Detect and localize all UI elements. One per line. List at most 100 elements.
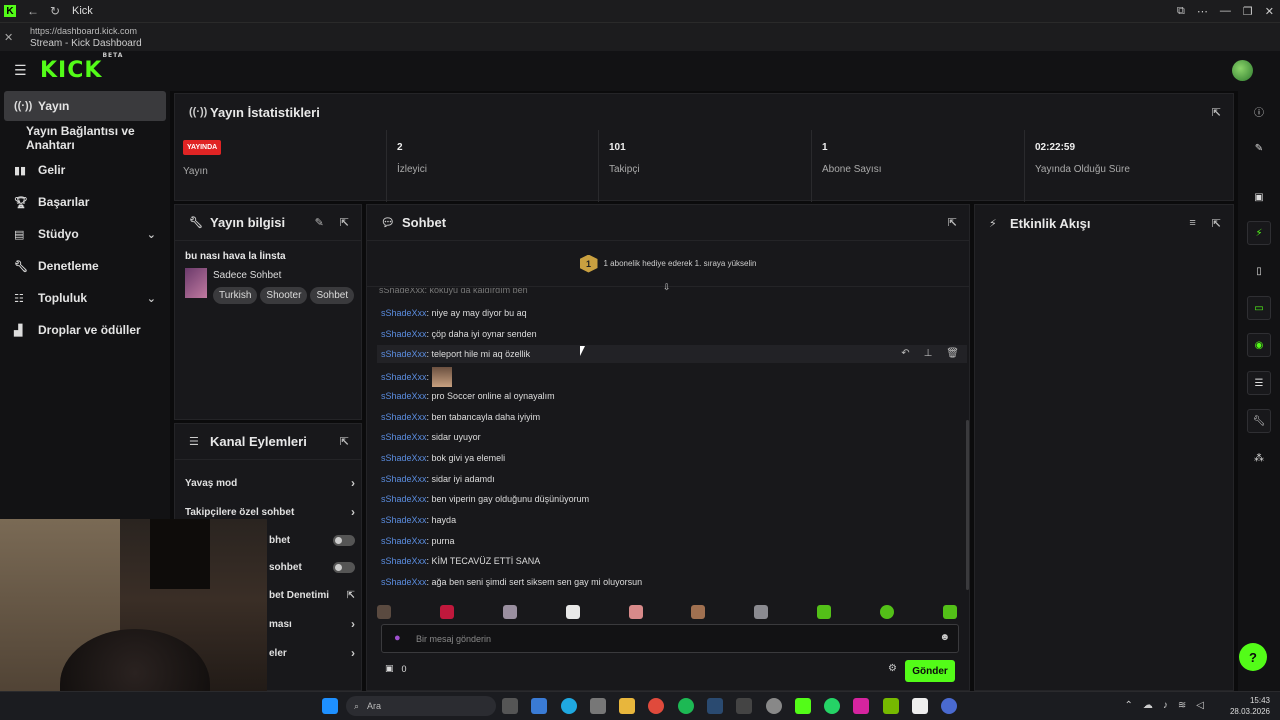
emote-button[interactable] [502,605,517,619]
emote-button[interactable] [565,605,580,619]
maximize-button[interactable]: ❐ [1243,5,1253,18]
chat-message[interactable]: sShadeXxx: bok givi ya elemeli [381,453,505,463]
info-icon[interactable]: ⓘ [1247,99,1271,123]
emote-button[interactable] [691,605,706,619]
sidebar-item-droplar[interactable]: ▟ Droplar ve ödüller [4,315,166,345]
chat-message[interactable]: sShadeXxx: purna [381,536,455,546]
tag[interactable]: Shooter [260,287,308,304]
kick-logo[interactable]: KICKBETA [40,52,123,83]
user-avatar[interactable] [1232,60,1253,81]
toggle-switch[interactable] [333,561,355,573]
chat-message[interactable]: sShadeXxx: ben viperin gay olduğunu düşü… [381,494,589,504]
wrench-icon[interactable]: 🔧︎ [1247,409,1271,433]
task-view-icon[interactable] [502,698,518,714]
close-window-button[interactable]: ✕ [1265,5,1274,18]
delete-icon[interactable]: 🗑︎ [946,345,959,363]
sidebar-item-studyo[interactable]: ▤ Stüdyo ⌄ [4,219,166,249]
more-icon[interactable]: ⋯ [1197,5,1208,18]
tag[interactable]: Sohbet [310,287,355,304]
gift-leaderboard-banner[interactable]: 1 1 abonelik hediye ederek 1. sıraya yük… [367,241,969,287]
emote-button[interactable] [377,605,391,619]
kick-app-icon[interactable] [795,698,811,714]
sidebar-item-topluluk[interactable]: ☷ Topluluk ⌄ [4,283,166,313]
timeout-icon[interactable]: ↶ [901,345,909,363]
chat-message[interactable]: sShadeXxx: KİM TECAVÜZ ETTİ SANA [381,556,540,566]
edge-icon[interactable] [561,698,577,714]
emote-button[interactable] [880,605,894,619]
instagram-icon[interactable] [853,698,869,714]
pin-icon[interactable]: ⊥ [924,345,933,363]
steam-icon[interactable] [707,698,723,714]
sidebar-item-denetleme[interactable]: 🔧︎ Denetleme [4,251,166,281]
microphone-icon[interactable]: ● [394,632,401,644]
chat-message[interactable]: sShadeXxx: hayda [381,515,456,525]
chat-scrollbar[interactable] [966,420,969,590]
url-text[interactable]: https://dashboard.kick.com [30,26,137,36]
sidebar-item-gelir[interactable]: ▮▮ Gelir [4,155,166,185]
chat-message[interactable]: sShadeXxx: sidar uyuyor [381,432,481,442]
lightning-icon[interactable]: ⚡︎ [1247,221,1271,245]
whatsapp-icon[interactable] [824,698,840,714]
stats-icon[interactable]: ▣ [1247,185,1271,209]
chrome-icon[interactable] [648,698,664,714]
sidebar-item-basarilar[interactable]: 🏆︎ Başarılar [4,187,166,217]
emote-button[interactable] [754,605,769,619]
spotify-icon[interactable] [678,698,694,714]
chat-message[interactable]: sShadeXxx: [381,367,452,387]
app-icon[interactable] [941,698,957,714]
document-icon[interactable]: ▯ [1247,259,1271,283]
chat-message[interactable]: sShadeXxx: ben tabancayla daha iyiyim [381,412,540,422]
app-icon[interactable] [766,698,782,714]
clock[interactable]: 15:43 28.03.2026 [1230,695,1270,717]
help-icon[interactable]: ? [1239,643,1267,671]
chat-input[interactable]: ● Bir mesaj gönderin ☻ [381,624,959,653]
nvidia-icon[interactable] [883,698,899,714]
channel-points[interactable]: ▣ 0 [385,663,407,674]
app-icon[interactable] [912,698,928,714]
chat-message[interactable]: sShadeXxx: niye ay may diyor bu aq [381,308,527,318]
minimize-button[interactable]: — [1220,5,1231,17]
file-explorer-icon[interactable] [619,698,635,714]
emote-button[interactable] [942,605,957,619]
slow-mode-row[interactable]: Yavaş mod › [185,473,355,493]
close-icon[interactable]: ✕ [4,31,13,44]
popout-icon[interactable]: ⇱ [340,435,349,448]
emote-button[interactable] [628,605,643,619]
popout-icon[interactable]: ⇱ [1212,106,1221,119]
chat-message[interactable]: sShadeXxx: ağa ben seni şimdi sert sikse… [381,577,642,587]
stream-info-icon[interactable]: ☰ [1247,371,1271,395]
settings-gear-icon[interactable]: ⚙ [888,663,897,674]
tag[interactable]: Turkish [213,287,258,304]
popout-icon[interactable]: ⇱ [1212,217,1221,230]
store-icon[interactable] [590,698,606,714]
chat-icon[interactable]: ▭ [1247,296,1271,320]
popout-icon[interactable]: ⇱ [948,216,957,229]
emote-button[interactable] [817,605,832,619]
emoji-icon[interactable]: ☻ [939,632,950,643]
community-icon[interactable]: ⁂ [1247,446,1271,470]
sidebar-item-stream-key[interactable]: Yayın Bağlantısı ve Anahtarı [4,123,166,153]
refresh-icon[interactable]: ↻ [46,2,64,20]
toggle-switch[interactable] [333,534,355,546]
chat-message[interactable]: sShadeXxx: çöp daha iyi oynar senden [381,329,537,339]
edit-icon[interactable]: ✎ [1247,136,1271,160]
widgets-icon[interactable] [531,698,547,714]
sidebar-item-yayin[interactable]: ((·)) Yayın [4,91,166,121]
windows-start-icon[interactable] [322,698,338,714]
taskbar-search[interactable]: ⌕ Ara [346,696,496,716]
popout-icon[interactable]: ⇱ [340,216,349,229]
chat-message[interactable]: sShadeXxx: sidar iyi adamdı [381,474,495,484]
hamburger-menu-icon[interactable]: ☰ [14,63,28,77]
broadcast-icon[interactable]: ◉ [1247,333,1271,357]
app-icon[interactable] [736,698,752,714]
pause-scroll-icon[interactable]: ⇩ [663,282,671,293]
send-button[interactable]: Gönder [905,660,955,682]
chat-message[interactable]: sShadeXxx: pro Soccer online al oynayalı… [381,391,555,401]
chat-message[interactable]: sShadeXxx: teleport hile mi aq özellik ↶… [377,345,967,363]
edit-icon[interactable]: ✎ [315,216,324,229]
back-icon[interactable]: ← [24,2,42,20]
system-tray[interactable]: ⌃ ☁ ♪ ≋ ◁ [1125,700,1204,711]
emote-button[interactable] [439,605,454,619]
share-icon[interactable]: ⧉ [1177,5,1185,18]
filter-icon[interactable]: ≡ [1189,217,1195,230]
